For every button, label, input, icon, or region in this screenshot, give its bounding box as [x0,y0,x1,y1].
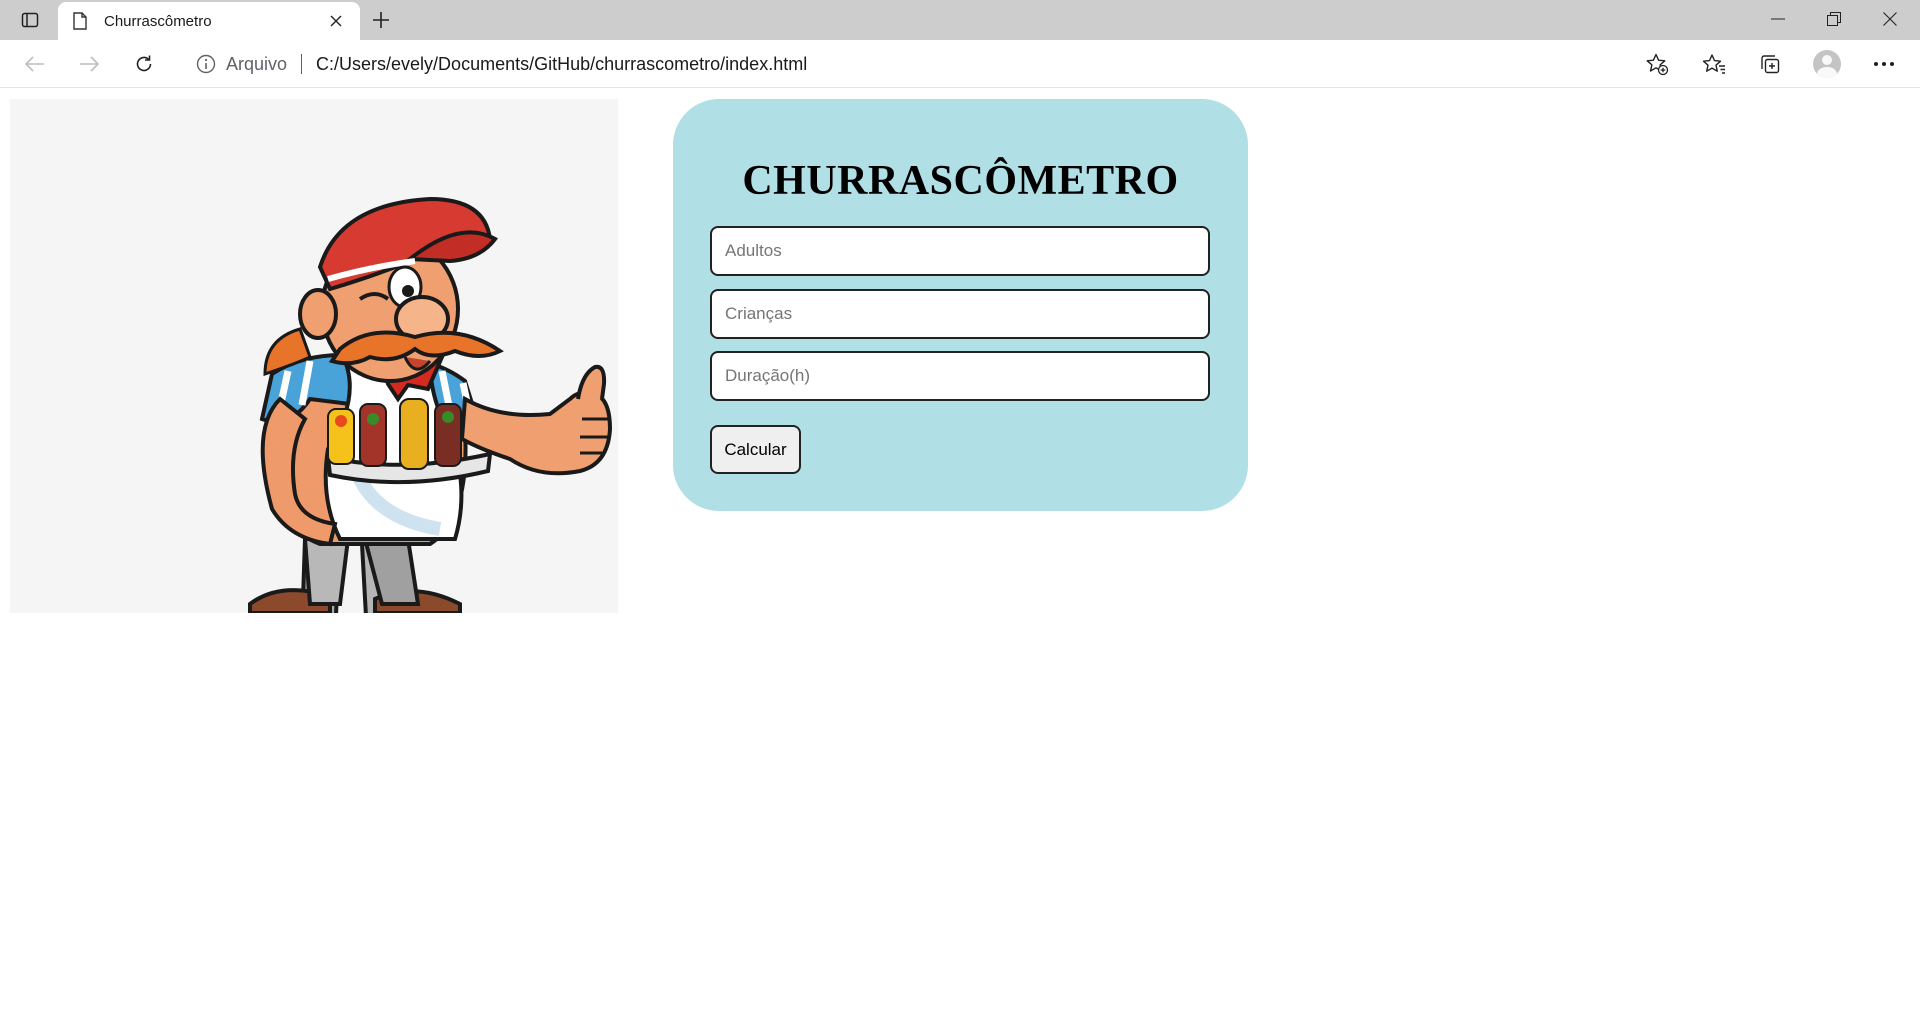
barbecue-chef-image [10,99,618,613]
info-icon[interactable] [194,52,218,76]
tab-actions-icon[interactable] [12,6,48,34]
minimize-icon[interactable] [1750,0,1806,38]
page-icon [70,11,90,31]
page-title: CHURRASCÔMETRO [742,158,1179,204]
favorites-icon[interactable] [1695,48,1733,80]
close-tab-icon[interactable] [324,9,348,33]
page-viewport: CHURRASCÔMETRO Calcular [0,89,1920,1030]
avatar [1813,50,1841,78]
new-tab-icon[interactable] [366,6,396,34]
add-favorite-icon[interactable] [1642,49,1672,79]
back-icon[interactable] [18,48,52,80]
criancas-input[interactable] [710,289,1210,339]
calcular-button[interactable]: Calcular [710,425,801,474]
duracao-input[interactable] [710,351,1210,401]
churrasco-form-card: CHURRASCÔMETRO Calcular [673,99,1248,511]
collections-icon[interactable] [1751,48,1789,80]
browser-toolbar: Arquivo C:/Users/evely/Documents/GitHub/… [0,40,1920,88]
forward-icon[interactable] [72,48,106,80]
chef-illustration [248,196,613,613]
url-text[interactable]: C:/Users/evely/Documents/GitHub/churrasc… [316,54,1642,75]
scheme-label: Arquivo [226,53,288,74]
tab-title: Churrascômetro [104,12,212,30]
profile-avatar[interactable] [1808,48,1846,80]
browser-tab[interactable]: Churrascômetro [58,2,360,40]
address-bar[interactable]: Arquivo C:/Users/evely/Documents/GitHub/… [182,45,1678,83]
more-options-icon[interactable] [1865,48,1903,80]
address-separator [301,54,303,74]
close-window-icon[interactable] [1862,0,1918,38]
tab-strip: Churrascômetro [0,0,1920,40]
adultos-input[interactable] [710,226,1210,276]
refresh-icon[interactable] [127,48,161,80]
restore-icon[interactable] [1806,0,1862,38]
